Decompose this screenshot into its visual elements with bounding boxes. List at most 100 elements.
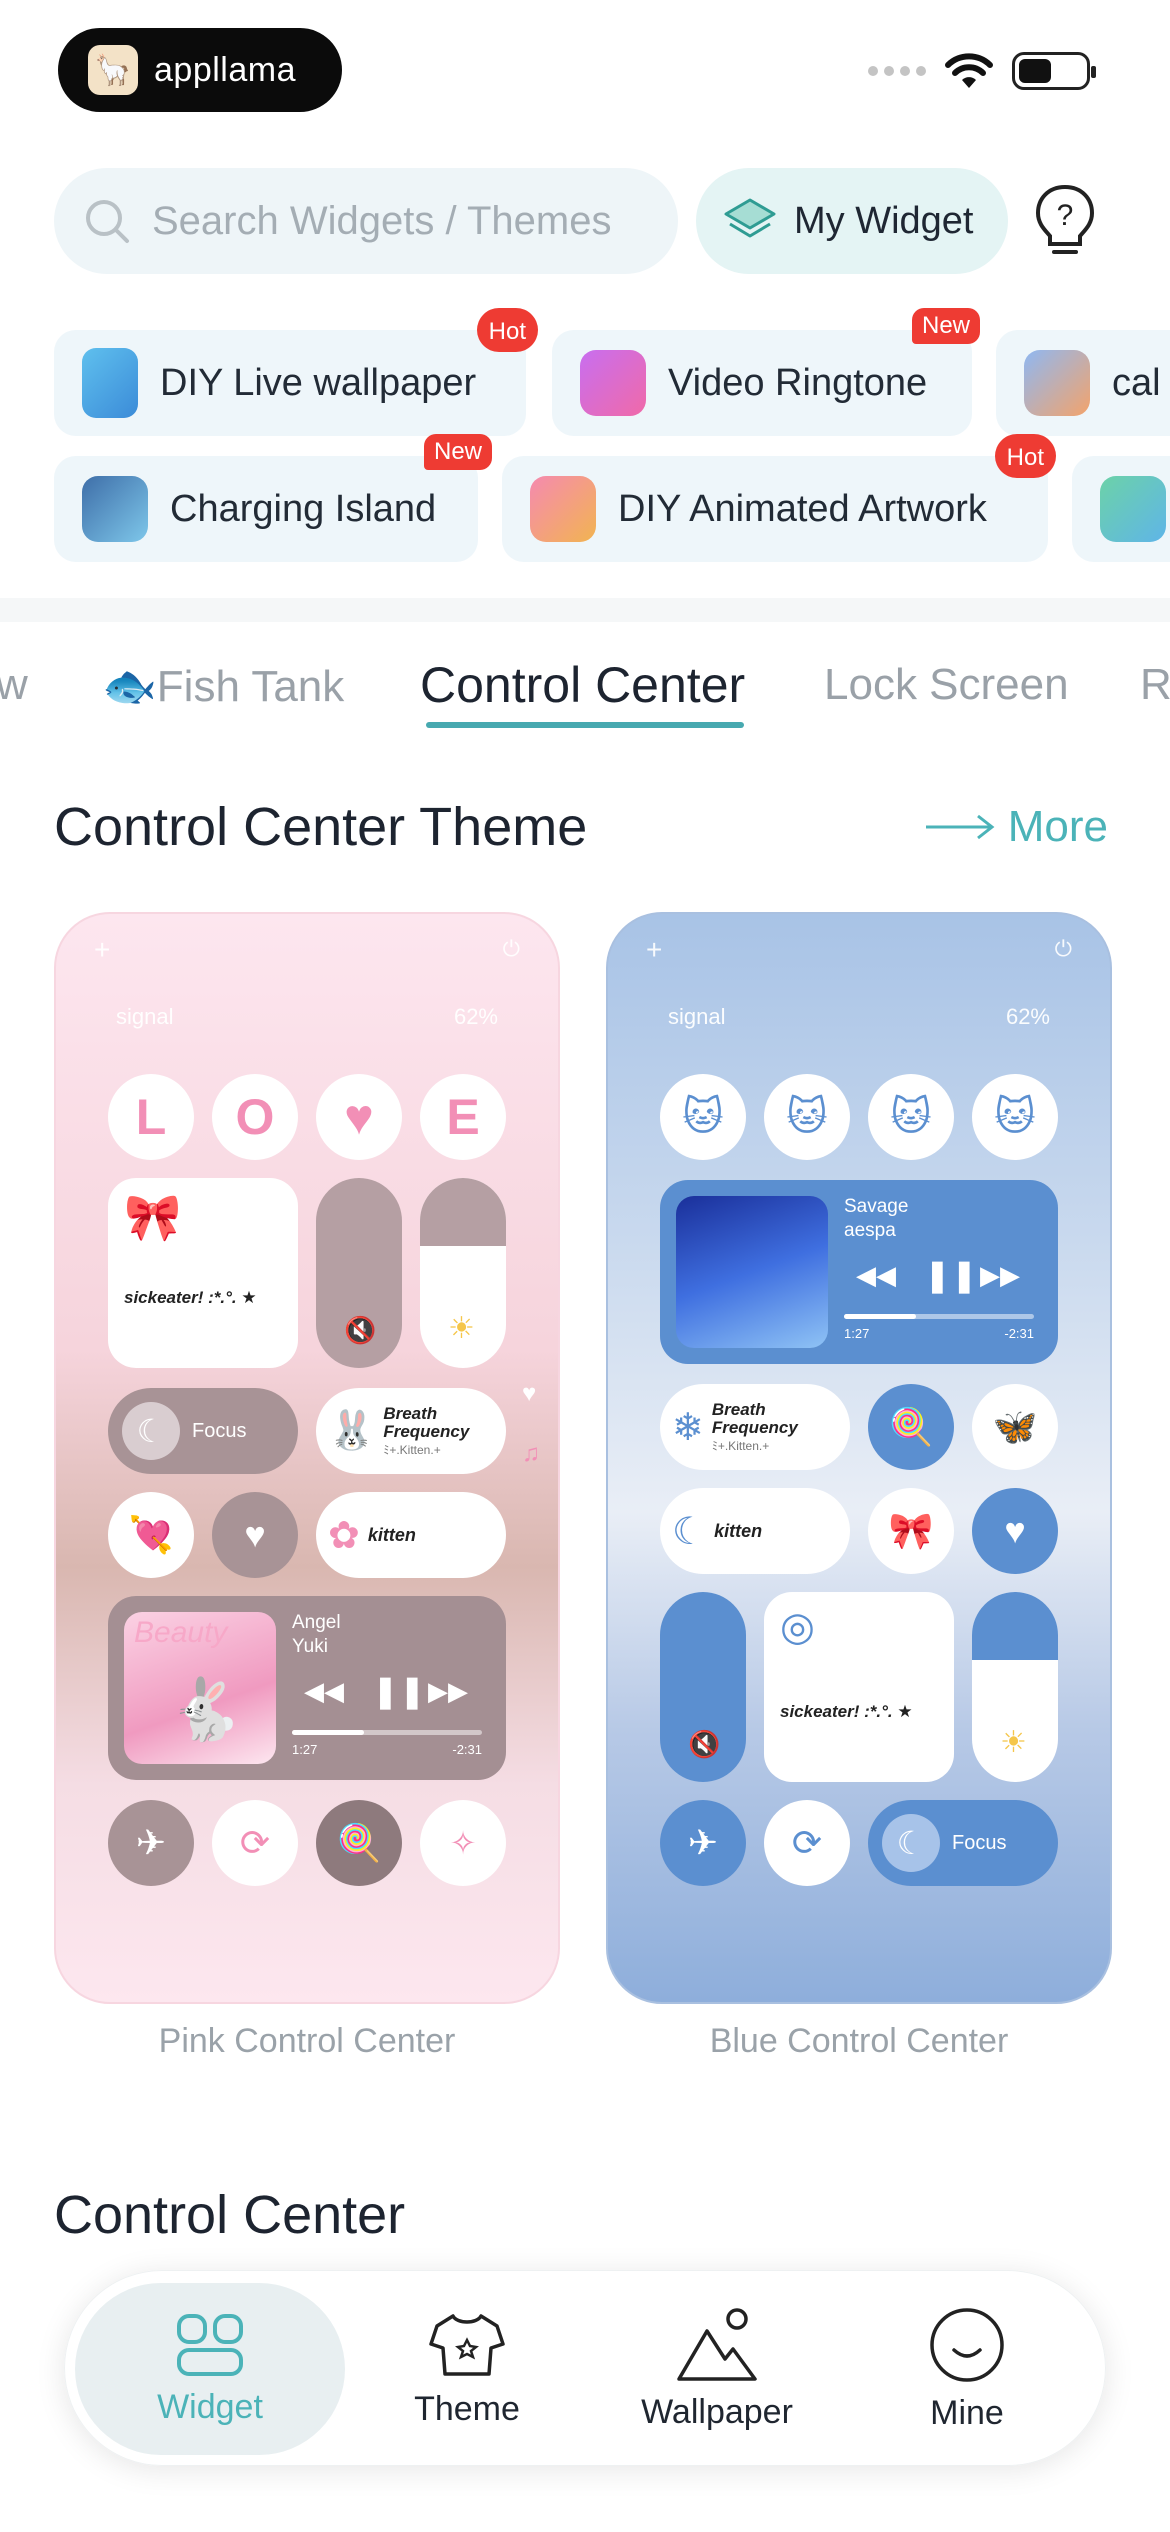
section-title: Control Center	[54, 2185, 406, 2245]
tab-partial-right[interactable]: R	[1140, 660, 1170, 710]
pause-icon[interactable]: ❚❚	[924, 1256, 978, 1294]
cat-face-icon[interactable]: 🐱	[660, 1074, 746, 1160]
svg-text:?: ?	[1057, 199, 1074, 232]
status-bar: 🦙 appllama	[0, 0, 1170, 140]
calendar-icon	[1024, 350, 1090, 416]
heart-face-icon[interactable]: ♥	[972, 1488, 1058, 1574]
moon-icon: ☾	[122, 1402, 180, 1460]
section-title: Control Center Theme	[54, 797, 588, 857]
mute-icon: 🔇	[688, 1729, 721, 1759]
section-divider	[0, 598, 1170, 622]
blue-control-center-card[interactable]: + ⏻ signal 62% 🐱 🐱 🐱 🐱 Savage aespa ◀◀ ❚…	[606, 912, 1112, 2004]
animated-artwork-icon	[530, 476, 596, 542]
moon-star-icon: ☾	[672, 1510, 707, 1553]
plus-icon: +	[94, 934, 111, 965]
cat-face-icon[interactable]: 🐱	[972, 1074, 1058, 1160]
breath-label: Breath Frequency	[383, 1403, 470, 1441]
colorful-grid-icon	[1100, 476, 1166, 542]
sun-icon: ☀	[1000, 1726, 1027, 1759]
brightness-slider[interactable]: ☀	[420, 1178, 506, 1368]
music-player-tile[interactable]: Savage aespa ◀◀ ❚❚ ▶▶ 1:27 -2:31	[660, 1180, 1058, 1364]
chip-calendar[interactable]: cal	[996, 330, 1170, 436]
chip-diy-animated-artwork[interactable]: DIY Animated Artwork Hot	[502, 434, 1056, 562]
flashlight-icon[interactable]: 🍭	[868, 1384, 954, 1470]
previous-icon[interactable]: ◀◀	[856, 1260, 896, 1291]
track-title: Savage	[844, 1196, 909, 1217]
mini-battery-text: 62%	[1005, 1004, 1050, 1029]
next-icon[interactable]: ▶▶	[980, 1260, 1020, 1291]
volume-slider[interactable]: 🔇	[660, 1592, 746, 1782]
pause-icon[interactable]: ❚❚	[372, 1672, 426, 1710]
search-bar[interactable]	[54, 168, 678, 274]
breath-frequency-tile[interactable]: ❄ Breath Frequency ﾐ+.Kitten.+	[660, 1384, 850, 1470]
nav-label: Widget	[157, 2387, 263, 2426]
signal-dots-icon	[868, 66, 926, 76]
breath-frequency-tile[interactable]: 🐰 Breath Frequency ﾐ+.Kitten.+	[316, 1388, 506, 1474]
track-title: Angel	[292, 1612, 341, 1633]
mini-signal-text: signal	[668, 1004, 726, 1029]
bottom-navigation: Widget Theme Wallpaper Mine	[64, 2270, 1106, 2466]
my-widget-button[interactable]: My Widget	[696, 168, 1008, 274]
kitten-tile[interactable]: ☾ kitten	[660, 1488, 850, 1574]
cat-face-icon[interactable]: 🐱	[868, 1074, 954, 1160]
power-icon: ⏻	[1054, 936, 1072, 961]
search-input[interactable]	[152, 198, 652, 244]
pink-control-center-card[interactable]: + ⏻ signal 62% L O ♥ E 🎀 sickeater! :*.°…	[54, 912, 560, 2004]
nav-label: Wallpaper	[641, 2392, 793, 2431]
progress-track[interactable]	[844, 1314, 1034, 1319]
chip-label: Video Ringtone	[668, 361, 928, 404]
chip-diy-live-wallpaper[interactable]: DIY Live wallpaper Hot	[54, 308, 538, 436]
track-artist: aespa	[844, 1220, 896, 1241]
airplane-icon[interactable]: ✈	[108, 1800, 194, 1886]
tab-lock-screen[interactable]: Lock Screen	[824, 660, 1069, 710]
lightbulb-help-icon[interactable]: ?	[1030, 182, 1100, 260]
more-label: More	[1007, 802, 1108, 851]
focus-tile[interactable]: ☾ Focus	[868, 1800, 1058, 1886]
progress-track[interactable]	[292, 1730, 482, 1735]
album-art	[676, 1196, 828, 1348]
bow-icon[interactable]: 🎀	[868, 1488, 954, 1574]
focus-tile[interactable]: ☾ Focus	[108, 1388, 298, 1474]
arrow-right-icon	[925, 814, 995, 840]
wifi-icon	[945, 53, 993, 88]
airplane-icon[interactable]: ✈	[660, 1800, 746, 1886]
volume-slider[interactable]: 🔇	[316, 1178, 402, 1368]
mute-icon: 🔇	[344, 1315, 377, 1345]
more-link[interactable]: More	[924, 802, 1108, 852]
llama-logo-icon: 🦙	[88, 45, 138, 95]
chip-video-ringtone[interactable]: Video Ringtone New	[552, 308, 980, 436]
bunny-icon: 🐰	[328, 1410, 376, 1452]
tab-partial-left[interactable]: w	[0, 660, 28, 710]
category-tabs: w 🐟Fish Tank Control Center Lock Screen …	[0, 650, 1170, 730]
rotation-lock-icon[interactable]: ⟳	[764, 1800, 850, 1886]
nav-mine[interactable]: Mine	[847, 2271, 1087, 2467]
donut-icon: ◎	[780, 1605, 815, 1649]
smile-icon	[930, 2307, 1004, 2382]
tab-fish-tank[interactable]: 🐟Fish Tank	[102, 660, 344, 712]
heart-face-icon[interactable]: ♥	[212, 1492, 298, 1578]
brand-pill[interactable]: 🦙 appllama	[58, 28, 342, 112]
chip-widget-grid[interactable]	[1072, 456, 1170, 562]
music-player-tile[interactable]: Beauty 🐇 Angel Yuki ◀◀ ❚❚ ▶▶ 1:27 -2:31	[108, 1596, 506, 1780]
letter-e-tile: E	[420, 1074, 506, 1160]
cat-face-icon[interactable]: 🐱	[764, 1074, 850, 1160]
previous-icon[interactable]: ◀◀	[304, 1676, 344, 1707]
nav-wallpaper[interactable]: Wallpaper	[597, 2271, 837, 2467]
mini-top-bar: + ⏻	[56, 934, 558, 974]
butterfly-icon[interactable]: 🦋	[972, 1384, 1058, 1470]
next-icon[interactable]: ▶▶	[428, 1676, 468, 1707]
rotation-lock-icon[interactable]: ⟳	[212, 1800, 298, 1886]
card-caption: Pink Control Center	[158, 2022, 456, 2060]
hot-badge: Hot	[994, 434, 1056, 478]
nav-widget[interactable]: Widget	[75, 2283, 345, 2455]
flashlight-icon[interactable]: 🍭	[316, 1800, 402, 1886]
sun-icon: ☀	[448, 1312, 475, 1345]
chip-label: DIY Animated Artwork	[618, 487, 987, 530]
heart-arrow-icon[interactable]: 💘	[108, 1492, 194, 1578]
tab-control-center[interactable]: Control Center	[420, 656, 745, 714]
chip-charging-island[interactable]: Charging Island New	[54, 434, 492, 562]
kitten-tile[interactable]: ✿ kitten	[316, 1492, 506, 1578]
brightness-slider[interactable]: ☀	[972, 1592, 1058, 1782]
nav-theme[interactable]: Theme	[347, 2271, 587, 2467]
sparkle-stars-icon[interactable]: ✧	[420, 1800, 506, 1886]
